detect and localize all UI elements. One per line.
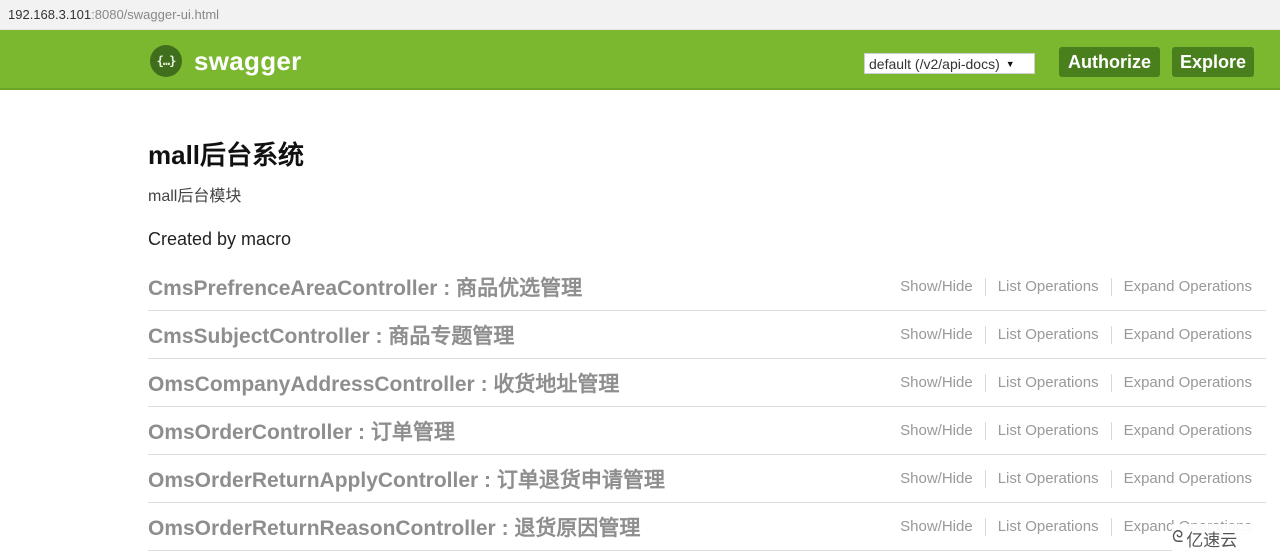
list-operations-link[interactable]: List Operations [986,518,1111,535]
resource-item: OmsOrderController : 订单管理 Show/Hide List… [148,407,1266,455]
swagger-logo[interactable]: {…} swagger [150,45,302,77]
api-description: mall后台模块 [148,188,242,205]
swagger-header: {…} swagger default (/v2/api-docs) ▼ Aut… [0,30,1280,90]
expand-operations-link[interactable]: Expand Operations [1112,278,1252,295]
resource-item: OmsOrderReturnApplyController : 订单退货申请管理… [148,455,1266,503]
resource-item: CmsSubjectController : 商品专题管理 Show/Hide … [148,311,1266,359]
api-created-by: Created by macro [148,229,292,249]
list-operations-link[interactable]: List Operations [986,422,1111,439]
resource-title[interactable]: CmsPrefrenceAreaController : 商品优选管理 [148,272,582,302]
resource-item: CmsPrefrenceAreaController : 商品优选管理 Show… [148,263,1266,311]
list-operations-link[interactable]: List Operations [986,470,1111,487]
dropdown-arrow-icon: ▼ [1005,58,1015,69]
explore-button[interactable]: Explore [1172,47,1254,77]
expand-operations-link[interactable]: Expand Operations [1112,326,1252,343]
authorize-button[interactable]: Authorize [1059,47,1160,77]
show-hide-link[interactable]: Show/Hide [888,278,985,295]
resource-operations: Show/Hide List Operations Expand Operati… [888,373,1266,392]
browser-address-bar[interactable]: 192.168.3.101:8080/swagger-ui.html [0,0,1280,30]
list-operations-link[interactable]: List Operations [986,326,1111,343]
show-hide-link[interactable]: Show/Hide [888,326,985,343]
show-hide-link[interactable]: Show/Hide [888,374,985,391]
show-hide-link[interactable]: Show/Hide [888,470,985,487]
resource-operations: Show/Hide List Operations Expand Operati… [888,469,1266,488]
resource-title[interactable]: OmsOrderController : 订单管理 [148,416,455,446]
expand-operations-link[interactable]: Expand Operations [1112,470,1252,487]
list-operations-link[interactable]: List Operations [986,374,1111,391]
show-hide-link[interactable]: Show/Hide [888,422,985,439]
resource-title[interactable]: OmsOrderReturnApplyController : 订单退货申请管理 [148,464,665,494]
url-host: 192.168.3.101 [8,7,92,22]
resource-title[interactable]: CmsSubjectController : 商品专题管理 [148,320,514,350]
api-spec-select[interactable]: default (/v2/api-docs) ▼ [864,53,1035,74]
api-title: mall后台系统 [148,140,305,170]
url-path: :8080/swagger-ui.html [91,7,220,22]
watermark: ᘓ 亿速云 [1172,524,1280,552]
resource-operations: Show/Hide List Operations Expand Operati… [888,421,1266,440]
resource-item: OmsCompanyAddressController : 收货地址管理 Sho… [148,359,1266,407]
expand-operations-link[interactable]: Expand Operations [1112,374,1252,391]
swagger-logo-icon: {…} [150,45,182,77]
cloud-logo-icon: ᘓ [1172,529,1184,546]
resource-title[interactable]: OmsCompanyAddressController : 收货地址管理 [148,368,619,398]
api-info: mall后台系统 mall后台模块 Created by macro [148,135,304,250]
resource-title[interactable]: OmsOrderReturnReasonController : 退货原因管理 [148,512,640,542]
api-spec-select-value: default (/v2/api-docs) [869,55,1000,72]
resource-list: CmsPrefrenceAreaController : 商品优选管理 Show… [148,263,1266,551]
resource-item: OmsOrderReturnReasonController : 退货原因管理 … [148,503,1266,551]
resource-operations: Show/Hide List Operations Expand Operati… [888,325,1266,344]
list-operations-link[interactable]: List Operations [986,278,1111,295]
expand-operations-link[interactable]: Expand Operations [1112,422,1252,439]
show-hide-link[interactable]: Show/Hide [888,518,985,535]
resource-operations: Show/Hide List Operations Expand Operati… [888,277,1266,296]
watermark-text: 亿速云 [1186,530,1238,550]
swagger-logo-text: swagger [194,45,302,76]
